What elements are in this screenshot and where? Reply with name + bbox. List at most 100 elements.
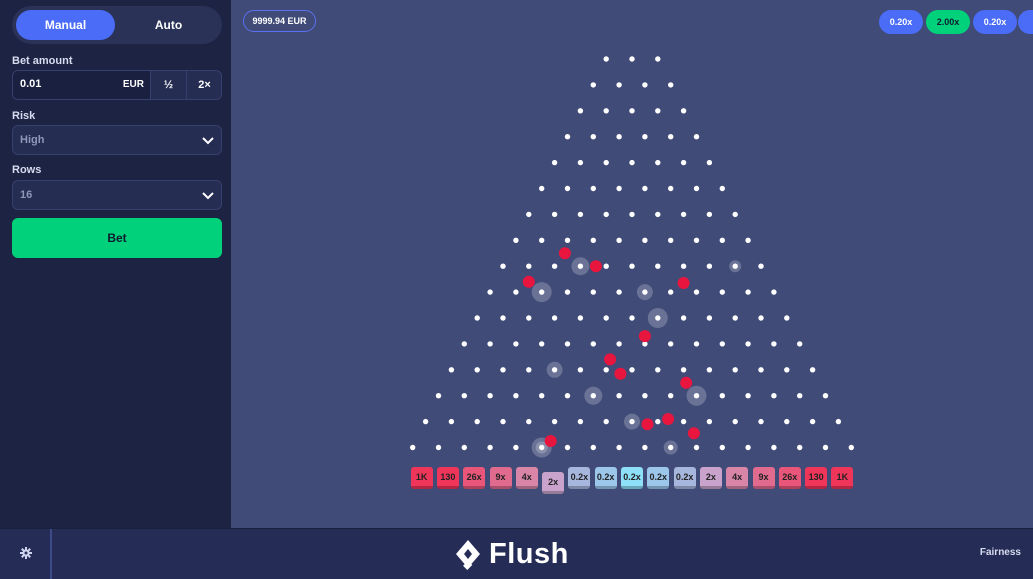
- plinko-ball: [589, 260, 602, 273]
- peg: [435, 393, 442, 399]
- peg: [500, 263, 506, 269]
- peg: [719, 341, 725, 347]
- peg: [590, 393, 596, 399]
- peg: [745, 444, 751, 451]
- peg: [474, 418, 480, 425]
- peg: [706, 418, 713, 425]
- peg: [461, 393, 467, 399]
- multiplier-slot: 2x: [542, 472, 565, 494]
- peg: [577, 418, 584, 425]
- peg: [745, 341, 751, 347]
- peg: [668, 393, 674, 399]
- peg: [655, 211, 661, 218]
- multiplier-slot: 1K: [831, 467, 854, 489]
- peg: [474, 315, 480, 321]
- plinko-ball: [522, 275, 535, 288]
- peg: [668, 82, 674, 88]
- peg: [551, 159, 558, 166]
- peg: [513, 237, 519, 243]
- peg: [655, 315, 661, 321]
- peg: [693, 341, 700, 347]
- peg: [616, 444, 622, 451]
- peg: [642, 237, 648, 243]
- plinko-ball: [680, 376, 693, 389]
- peg: [668, 444, 674, 451]
- peg: [603, 315, 609, 321]
- peg: [809, 418, 816, 425]
- peg: [758, 367, 764, 373]
- plinko-ball: [614, 367, 627, 380]
- peg: [616, 185, 622, 192]
- peg: [809, 367, 816, 373]
- peg: [590, 237, 596, 243]
- peg: [603, 108, 609, 114]
- peg: [642, 82, 648, 88]
- peg: [848, 444, 854, 451]
- plinko-ball: [641, 418, 654, 431]
- multiplier-slot: 0.2x: [647, 467, 670, 489]
- peg: [603, 418, 609, 425]
- peg: [539, 237, 545, 243]
- peg: [513, 289, 519, 295]
- peg: [784, 367, 790, 373]
- peg: [732, 211, 738, 218]
- peg: [668, 134, 674, 140]
- peg: [629, 367, 635, 373]
- peg: [655, 367, 661, 373]
- peg: [706, 211, 713, 218]
- peg: [655, 56, 661, 62]
- peg: [448, 418, 455, 425]
- peg: [680, 159, 687, 166]
- peg: [706, 159, 713, 166]
- multiplier-slot: 130: [805, 467, 828, 489]
- peg: [784, 315, 790, 321]
- plinko-ball: [558, 247, 571, 260]
- peg: [797, 341, 803, 347]
- peg: [410, 444, 416, 451]
- flush-logo: Flush: [453, 538, 569, 570]
- peg: [732, 418, 738, 425]
- peg: [577, 315, 584, 321]
- peg: [655, 159, 661, 166]
- peg: [603, 263, 609, 269]
- peg: [719, 444, 725, 451]
- peg: [500, 418, 506, 425]
- peg: [474, 367, 480, 373]
- peg: [577, 211, 584, 218]
- peg: [797, 393, 803, 399]
- multiplier-slot: 9x: [752, 467, 775, 489]
- fairness-link[interactable]: Fairness: [980, 547, 1021, 558]
- peg: [629, 56, 635, 62]
- peg: [771, 341, 777, 347]
- peg: [668, 237, 674, 243]
- peg: [564, 134, 571, 140]
- peg: [797, 444, 803, 451]
- peg: [577, 108, 584, 114]
- peg: [526, 418, 532, 425]
- multiplier-slot: 0.2x: [594, 467, 617, 489]
- multiplier-slot: 26x: [463, 467, 486, 489]
- peg: [564, 393, 571, 399]
- peg: [680, 211, 687, 218]
- peg: [745, 237, 751, 243]
- peg: [732, 367, 738, 373]
- peg: [487, 393, 493, 399]
- peg: [758, 418, 764, 425]
- peg: [461, 444, 467, 451]
- peg: [732, 263, 738, 269]
- logo-text: Flush: [489, 537, 569, 570]
- peg: [668, 185, 674, 192]
- peg: [435, 444, 442, 451]
- peg: [564, 289, 571, 295]
- peg: [629, 315, 635, 321]
- peg: [539, 444, 545, 451]
- peg: [822, 393, 829, 399]
- gear-icon[interactable]: [20, 547, 32, 559]
- peg: [616, 237, 622, 243]
- plinko-ball: [687, 427, 700, 440]
- peg: [771, 444, 777, 451]
- peg: [835, 418, 842, 425]
- multiplier-slot: 2x: [699, 467, 722, 489]
- peg: [693, 237, 700, 243]
- peg: [758, 263, 764, 269]
